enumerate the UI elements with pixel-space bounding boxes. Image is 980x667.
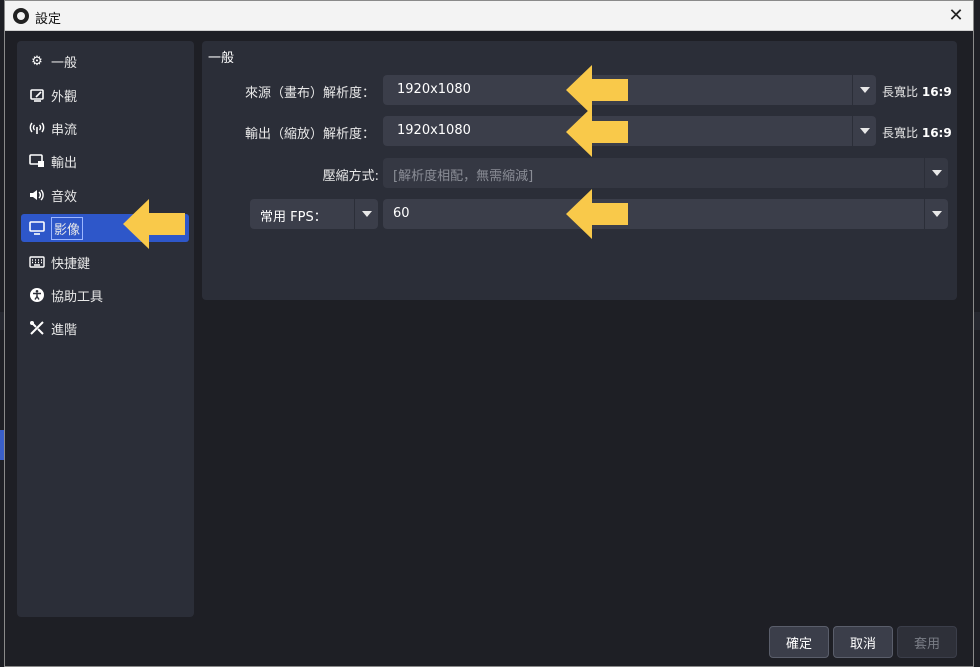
sidebar-item-stream[interactable]: 串流	[21, 114, 189, 142]
settings-sidebar: ⚙ 一般 外觀 串流 輸出 音效 影像 快捷鍵 協助工具 進階	[17, 41, 194, 617]
sidebar-item-label: 協助工具	[51, 289, 104, 305]
sidebar-item-general[interactable]: ⚙ 一般	[21, 47, 189, 75]
sidebar-item-label: 串流	[51, 122, 78, 138]
output-resolution-value: 1920x1080	[397, 123, 471, 138]
video-settings-panel: 一般 來源（畫布）解析度： 1920x1080 長寬比 16:9 輸出（縮放）解…	[202, 41, 957, 300]
accessibility-icon	[29, 287, 45, 303]
fps-type-combo[interactable]: 常用 FPS：	[250, 199, 378, 229]
speaker-icon	[29, 187, 45, 203]
chevron-down-icon[interactable]	[852, 75, 876, 105]
chevron-down-icon	[924, 158, 948, 188]
sidebar-item-label: 輸出	[51, 155, 78, 171]
sidebar-item-label: 外觀	[51, 89, 78, 105]
downscale-filter-value: [解析度相配，無需縮減]	[393, 169, 534, 184]
aspect-value: 16:9	[921, 85, 952, 99]
output-resolution-combo[interactable]: 1920x1080	[383, 116, 876, 146]
sidebar-item-label: 音效	[51, 189, 78, 205]
chevron-down-icon[interactable]	[852, 116, 876, 146]
aspect-value: 16:9	[921, 126, 952, 140]
aspect-label: 長寬比	[882, 85, 919, 99]
sidebar-item-label: 影像	[51, 216, 84, 240]
section-title: 一般	[208, 51, 235, 66]
sidebar-item-advanced[interactable]: 進階	[21, 314, 189, 342]
annotation-arrow-output	[566, 107, 628, 157]
broadcast-icon	[29, 120, 45, 136]
chevron-down-icon[interactable]	[924, 199, 948, 229]
monitor-icon	[29, 220, 45, 236]
downscale-filter-label: 壓縮方式:	[322, 169, 379, 184]
annotation-arrow-fps	[566, 189, 628, 239]
sidebar-item-label: 進階	[51, 322, 78, 338]
close-button[interactable]: ✕	[943, 4, 969, 28]
sidebar-item-hotkeys[interactable]: 快捷鍵	[21, 248, 189, 276]
appearance-icon	[29, 87, 45, 103]
tools-icon	[29, 320, 45, 336]
output-icon	[29, 153, 45, 169]
sidebar-item-label: 一般	[51, 55, 78, 71]
aspect-label: 長寬比	[882, 126, 919, 140]
sidebar-item-appearance[interactable]: 外觀	[21, 81, 189, 109]
sidebar-item-label: 快捷鍵	[51, 256, 91, 272]
title-bar: 設定 ✕	[5, 1, 973, 31]
settings-dialog: 設定 ✕ ⚙ 一般 外觀 串流 輸出 音效 影像 快捷鍵 協助工具 進階 一般 …	[4, 0, 974, 667]
cancel-button[interactable]: 取消	[833, 626, 893, 658]
base-aspect-ratio: 長寬比 16:9	[882, 83, 952, 100]
sidebar-item-output[interactable]: 輸出	[21, 147, 189, 175]
base-resolution-value: 1920x1080	[397, 82, 471, 97]
fps-value: 60	[393, 206, 410, 221]
fps-type-value: 常用 FPS：	[260, 210, 327, 225]
fps-value-combo[interactable]: 60	[383, 199, 948, 229]
keyboard-icon	[29, 254, 45, 270]
annotation-arrow-sidebar	[123, 199, 185, 249]
output-aspect-ratio: 長寬比 16:9	[882, 124, 952, 141]
obs-logo-icon	[13, 8, 29, 24]
base-resolution-label: 來源（畫布）解析度：	[244, 86, 375, 101]
sidebar-item-accessibility[interactable]: 協助工具	[21, 281, 189, 309]
apply-button: 套用	[897, 626, 957, 658]
chevron-down-icon[interactable]	[354, 199, 378, 229]
output-resolution-label: 輸出（縮放）解析度：	[244, 127, 375, 142]
base-resolution-combo[interactable]: 1920x1080	[383, 75, 876, 105]
gear-icon: ⚙	[31, 53, 43, 69]
ok-button[interactable]: 確定	[769, 626, 829, 658]
window-title: 設定	[35, 12, 62, 27]
downscale-filter-combo: [解析度相配，無需縮減]	[383, 158, 948, 188]
